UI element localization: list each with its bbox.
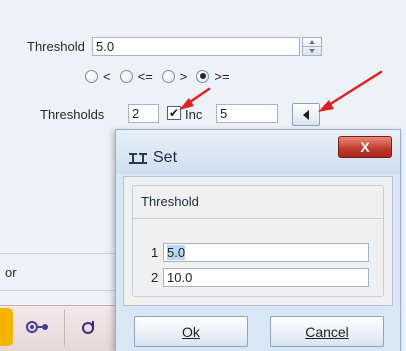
comparison-radio-group: < <= > >= — [85, 68, 315, 84]
toolbar-button-1[interactable] — [22, 314, 54, 340]
radio-ge-label: >= — [214, 68, 230, 84]
row-2-index: 2 — [151, 270, 159, 285]
marker-icon — [82, 321, 94, 334]
toolbar-active-tab[interactable] — [0, 308, 13, 346]
dialog-close-button[interactable]: X — [338, 136, 392, 158]
toolbar-separator — [64, 310, 65, 346]
dialog-title: Set — [153, 149, 178, 166]
ok-button-label: Ok — [182, 323, 200, 340]
cancel-button[interactable]: Cancel — [270, 316, 384, 347]
threshold-input[interactable]: 5.0 — [92, 37, 300, 56]
connector-icon — [26, 321, 48, 333]
row-1-index: 1 — [151, 245, 159, 260]
left-clipped-label: or — [5, 265, 17, 280]
thresholds-count-input[interactable]: 2 — [128, 104, 159, 123]
dialog-content: Threshold 1 5.0 2 10.0 — [123, 176, 393, 306]
group-title-divider — [133, 218, 383, 219]
arrow-down-icon — [309, 49, 315, 53]
dialog-titlebar[interactable]: Set X — [116, 130, 400, 174]
row-2-value-input[interactable]: 10.0 — [163, 268, 369, 287]
radio-le-label: <= — [137, 68, 153, 84]
radio-lt[interactable] — [85, 69, 98, 83]
arrow-up-icon — [309, 40, 315, 44]
spinner-down-button[interactable] — [303, 47, 321, 55]
cancel-button-label: Cancel — [305, 323, 349, 340]
ok-button[interactable]: Ok — [134, 316, 248, 347]
threshold-spinner[interactable] — [302, 37, 322, 56]
inc-label: Inc — [185, 107, 203, 122]
set-thresholds-button[interactable] — [292, 103, 320, 126]
set-dialog: Set X Threshold 1 5.0 2 10.0 Ok Cancel — [115, 129, 401, 351]
radio-gt[interactable] — [161, 69, 175, 83]
spinner-up-button[interactable] — [303, 38, 321, 46]
set-app-icon — [128, 151, 148, 165]
triangle-left-icon — [303, 109, 309, 120]
row-1-value-selection: 5.0 — [167, 245, 186, 260]
inc-value-input[interactable]: 5 — [216, 104, 278, 123]
left-divider — [0, 253, 115, 254]
radio-gt-label: > — [179, 68, 188, 84]
group-title: Threshold — [141, 194, 199, 209]
inc-checkbox[interactable]: ✔ — [167, 106, 181, 120]
threshold-label: Threshold — [27, 39, 85, 54]
left-bottom-divider — [0, 290, 115, 291]
row-1-value-input[interactable]: 5.0 — [163, 243, 369, 262]
radio-ge[interactable] — [196, 69, 210, 83]
radio-le[interactable] — [119, 69, 133, 83]
toolbar-button-2[interactable] — [74, 314, 104, 340]
radio-lt-label: < — [103, 68, 111, 84]
thresholds-label: Thresholds — [40, 107, 105, 122]
threshold-group: Threshold 1 5.0 2 10.0 — [132, 185, 384, 297]
